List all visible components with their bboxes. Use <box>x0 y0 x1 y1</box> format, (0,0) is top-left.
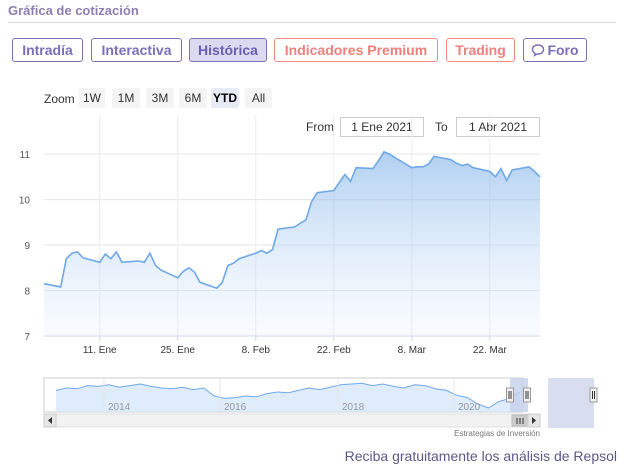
y-tick-label: 11 <box>20 150 31 161</box>
x-tick-label: 22. Mar <box>473 345 508 356</box>
navigator-handle-body <box>523 387 531 403</box>
x-tick-label: 8. Mar <box>398 345 427 356</box>
promo-link[interactable]: Reciba gratuitamente los análisis de Rep… <box>345 448 617 464</box>
y-tick-label: 9 <box>24 241 30 252</box>
navigator-tick-label: 2018 <box>342 402 365 413</box>
x-tick-label: 22. Feb <box>317 345 351 356</box>
navigator-handle[interactable] <box>506 387 514 403</box>
navigator-outer-selection <box>548 378 594 428</box>
price-chart: 7 8 9 10 11 11. Ene 25. Ene 8. Feb 22. Feb 8. Mar… <box>19 115 598 428</box>
x-tick-label: 8. Feb <box>242 345 271 356</box>
y-tick-label: 10 <box>19 196 31 207</box>
navigator-handle-body <box>589 387 598 403</box>
navigator-outer-handle[interactable] <box>589 387 598 403</box>
navigator-handle[interactable] <box>523 387 531 403</box>
navigator-tick-label: 2016 <box>224 402 247 413</box>
y-tick-label: 7 <box>24 332 30 343</box>
x-tick-label: 25. Ene <box>161 345 196 356</box>
x-tick-label: 11. Ene <box>83 345 117 356</box>
chart-credits[interactable]: Estrategias de Inversión <box>454 429 540 438</box>
y-tick-label: 8 <box>24 287 30 298</box>
price-area <box>44 151 540 336</box>
navigator-handle-body <box>506 387 514 403</box>
navigator-tick-label: 2020 <box>458 402 481 413</box>
scrollbar-track[interactable] <box>43 413 541 428</box>
navigator-tick-label: 2014 <box>108 402 131 413</box>
